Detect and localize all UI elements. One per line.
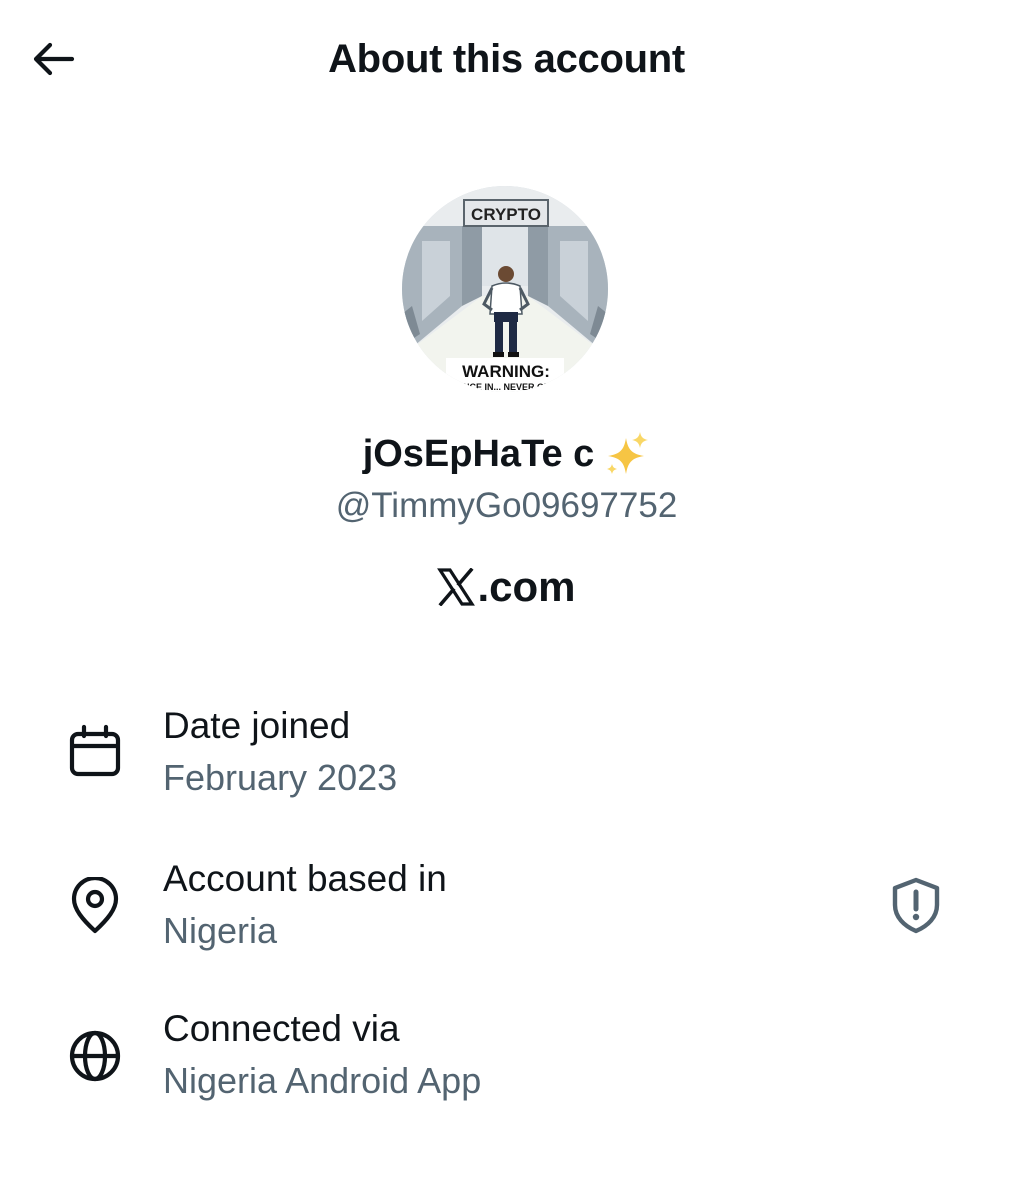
top-app-bar: About this account xyxy=(0,0,1013,120)
page-title: About this account xyxy=(328,37,685,81)
display-name: jOsEpHaTe c xyxy=(362,433,595,475)
calendar-icon xyxy=(69,724,121,777)
globe-icon xyxy=(69,1030,121,1082)
location-pin-icon xyxy=(71,877,119,934)
site-link[interactable]: .com xyxy=(0,560,1013,614)
detail-value: Nigeria xyxy=(163,910,278,951)
detail-row-date-joined: Date joined February 2023 xyxy=(0,700,1013,810)
display-name-row: jOsEpHaTe c xyxy=(0,426,1013,482)
avatar-bottom-sub: ONCE IN... NEVER OUT xyxy=(456,382,557,392)
location-accuracy-button[interactable] xyxy=(886,875,946,935)
detail-label: Account based in xyxy=(163,858,447,899)
detail-row-account-location: Account based in Nigeria xyxy=(0,853,1013,963)
detail-row-connected-via: Connected via Nigeria Android App xyxy=(0,1003,1013,1113)
avatar[interactable]: CRYPTO WARNING: ONCE IN... NEVER OUT xyxy=(402,186,608,392)
detail-value: February 2023 xyxy=(163,757,398,798)
user-handle: @TimmyGo09697752 xyxy=(335,486,678,525)
sparkles-icon xyxy=(602,430,650,478)
x-logo-icon xyxy=(437,568,476,606)
detail-label: Connected via xyxy=(163,1008,400,1049)
avatar-top-sign: CRYPTO xyxy=(471,205,541,224)
detail-value: Nigeria Android App xyxy=(163,1060,482,1101)
avatar-bottom-sign: WARNING: xyxy=(462,362,550,381)
site-text: .com xyxy=(477,563,576,610)
shield-alert-icon xyxy=(892,877,940,934)
detail-label: Date joined xyxy=(163,705,351,746)
avatar-image: CRYPTO WARNING: ONCE IN... NEVER OUT xyxy=(402,186,608,392)
